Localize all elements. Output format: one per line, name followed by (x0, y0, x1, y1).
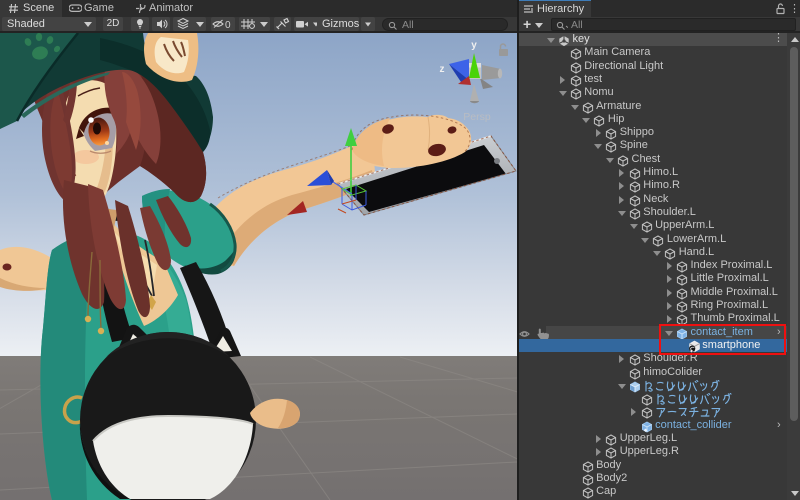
svg-text:y: y (471, 40, 477, 51)
svg-text:0: 0 (225, 20, 231, 31)
svg-text:Persp: Persp (463, 111, 491, 123)
svg-text:z: z (440, 64, 445, 75)
